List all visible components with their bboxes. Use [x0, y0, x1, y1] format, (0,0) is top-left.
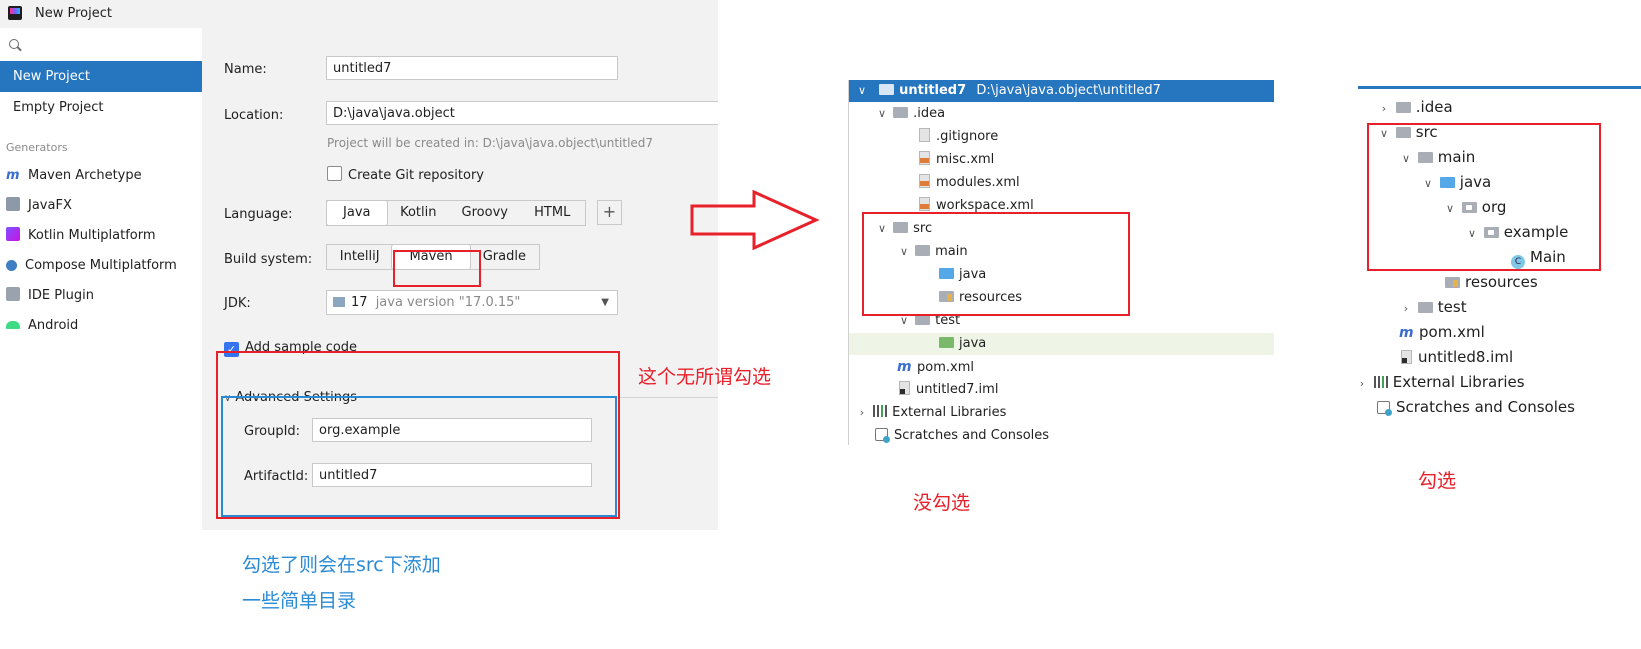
tree-row-resources[interactable]: resources: [1445, 270, 1538, 295]
tree-row-test[interactable]: › test: [1399, 295, 1467, 320]
chevron-right-icon: ›: [859, 406, 865, 419]
chevron-down-icon: ▼: [601, 297, 609, 308]
location-label: Location:: [224, 108, 284, 123]
search-icon-handle: [17, 46, 22, 52]
tree-row-iml[interactable]: untitled7.iml: [899, 379, 998, 401]
name-label: Name:: [224, 62, 267, 77]
language-java[interactable]: Java: [326, 200, 388, 226]
create-git-checkbox[interactable]: Create Git repository: [327, 166, 484, 183]
add-language-button[interactable]: +: [597, 200, 622, 225]
jdk-select[interactable]: 17 java version "17.0.15" ▼: [326, 290, 618, 315]
iml-file-icon: [899, 381, 910, 395]
name-input[interactable]: untitled7: [326, 56, 618, 80]
maven-highlight-box: [393, 250, 481, 287]
build-system-label: Build system:: [224, 252, 313, 267]
folder-icon: [1395, 102, 1411, 113]
tree-row-modules[interactable]: modules.xml: [919, 172, 1020, 194]
tree-row-pom[interactable]: m pom.xml: [1399, 320, 1485, 345]
title-bar: New Project: [0, 0, 718, 28]
tree-row-root[interactable]: ∨ untitled7 D:\java\java.object\untitled…: [849, 80, 1274, 102]
scratches-icon: [1377, 401, 1392, 416]
jdk-folder-icon: [333, 297, 345, 307]
generator-maven-archetype[interactable]: m Maven Archetype: [6, 164, 142, 188]
sidebar-item-empty-project[interactable]: Empty Project: [0, 92, 202, 123]
sidebar: New Project Empty Project Generators m Ma…: [0, 28, 202, 530]
tree-row-test-java[interactable]: java: [849, 333, 1274, 355]
language-selector: Java Kotlin Groovy HTML: [326, 200, 586, 226]
maven-icon: m: [897, 359, 912, 375]
android-icon: [6, 321, 20, 329]
src-checked-highlight-box: [1367, 123, 1601, 271]
plugin-icon: [6, 287, 20, 301]
libraries-icon: [1373, 376, 1388, 388]
iml-file-icon: [1401, 350, 1412, 364]
maven-icon: m: [6, 168, 20, 183]
gitignore-file-icon: [919, 128, 930, 142]
xml-file-icon: [919, 174, 930, 188]
kotlin-icon: [6, 227, 20, 241]
chevron-right-icon: ›: [1359, 377, 1365, 390]
tree-row-misc[interactable]: misc.xml: [919, 149, 994, 171]
chevron-down-icon: ∨: [857, 84, 867, 97]
compose-icon: [6, 260, 17, 271]
tree-row-gitignore[interactable]: .gitignore: [919, 126, 998, 148]
sidebar-item-label: Empty Project: [13, 100, 104, 115]
folder-icon: [1417, 302, 1433, 313]
checked-note-line2: 一些简单目录: [242, 590, 357, 612]
module-folder-icon: [879, 84, 895, 95]
tree-row-libraries[interactable]: › External Libraries: [855, 402, 1006, 424]
javafx-icon: [6, 197, 20, 211]
sidebar-item-new-project[interactable]: New Project: [0, 61, 202, 92]
jdk-label: JDK:: [224, 296, 251, 311]
xml-file-icon: [919, 197, 930, 211]
location-input[interactable]: D:\java\java.object: [326, 101, 718, 125]
generator-compose-multiplatform[interactable]: Compose Multiplatform: [6, 254, 177, 278]
libraries-icon: [873, 405, 888, 417]
chevron-right-icon: ›: [1403, 302, 1409, 315]
location-hint: Project will be created in: D:\java\java…: [327, 136, 654, 150]
checked-caption: 勾选: [1418, 470, 1457, 492]
test-source-folder-icon: [939, 337, 954, 348]
language-kotlin[interactable]: Kotlin: [387, 201, 451, 225]
checkbox-box: [327, 166, 342, 181]
sidebar-item-label: New Project: [13, 69, 90, 84]
tree-row-scratches[interactable]: Scratches and Consoles: [875, 425, 1049, 447]
xml-file-icon: [919, 151, 930, 165]
src-unchecked-highlight-box: [862, 212, 1130, 316]
tree-row-pom[interactable]: m pom.xml: [897, 356, 974, 378]
chevron-right-icon: ›: [1381, 102, 1387, 115]
generator-ide-plugin[interactable]: IDE Plugin: [6, 284, 94, 308]
scratches-icon: [875, 428, 890, 443]
advanced-settings-highlight-box: [221, 396, 617, 517]
language-label: Language:: [224, 207, 293, 222]
generator-javafx[interactable]: JavaFX: [6, 194, 72, 218]
intellij-logo-icon: [8, 6, 22, 20]
tree-row-iml[interactable]: untitled8.iml: [1401, 345, 1513, 370]
tree-row-idea[interactable]: ∨ .idea: [875, 103, 945, 125]
chevron-down-icon: ∨: [877, 107, 887, 120]
unchecked-caption: 没勾选: [913, 492, 971, 514]
arrow-icon: [690, 190, 820, 250]
tree-row-libraries[interactable]: › External Libraries: [1355, 370, 1525, 395]
generators-header: Generators: [6, 141, 68, 154]
checked-note-line1: 勾选了则会在src下添加: [242, 554, 441, 576]
tree-top-edge: [1358, 86, 1641, 89]
language-groovy[interactable]: Groovy: [450, 201, 519, 225]
language-html[interactable]: HTML: [520, 201, 586, 225]
build-intellij[interactable]: IntelliJ: [327, 245, 392, 269]
checkbox-note: 这个无所谓勾选: [638, 366, 772, 388]
resources-folder-icon: [1445, 277, 1460, 288]
tree-row-scratches[interactable]: Scratches and Consoles: [1377, 395, 1575, 420]
generator-android[interactable]: Android: [6, 314, 78, 338]
window-title: New Project: [35, 6, 112, 21]
tree-row-idea[interactable]: › .idea: [1377, 95, 1453, 120]
maven-icon: m: [1399, 325, 1414, 341]
generator-kotlin-multiplatform[interactable]: Kotlin Multiplatform: [6, 224, 156, 248]
folder-icon: [893, 107, 909, 118]
